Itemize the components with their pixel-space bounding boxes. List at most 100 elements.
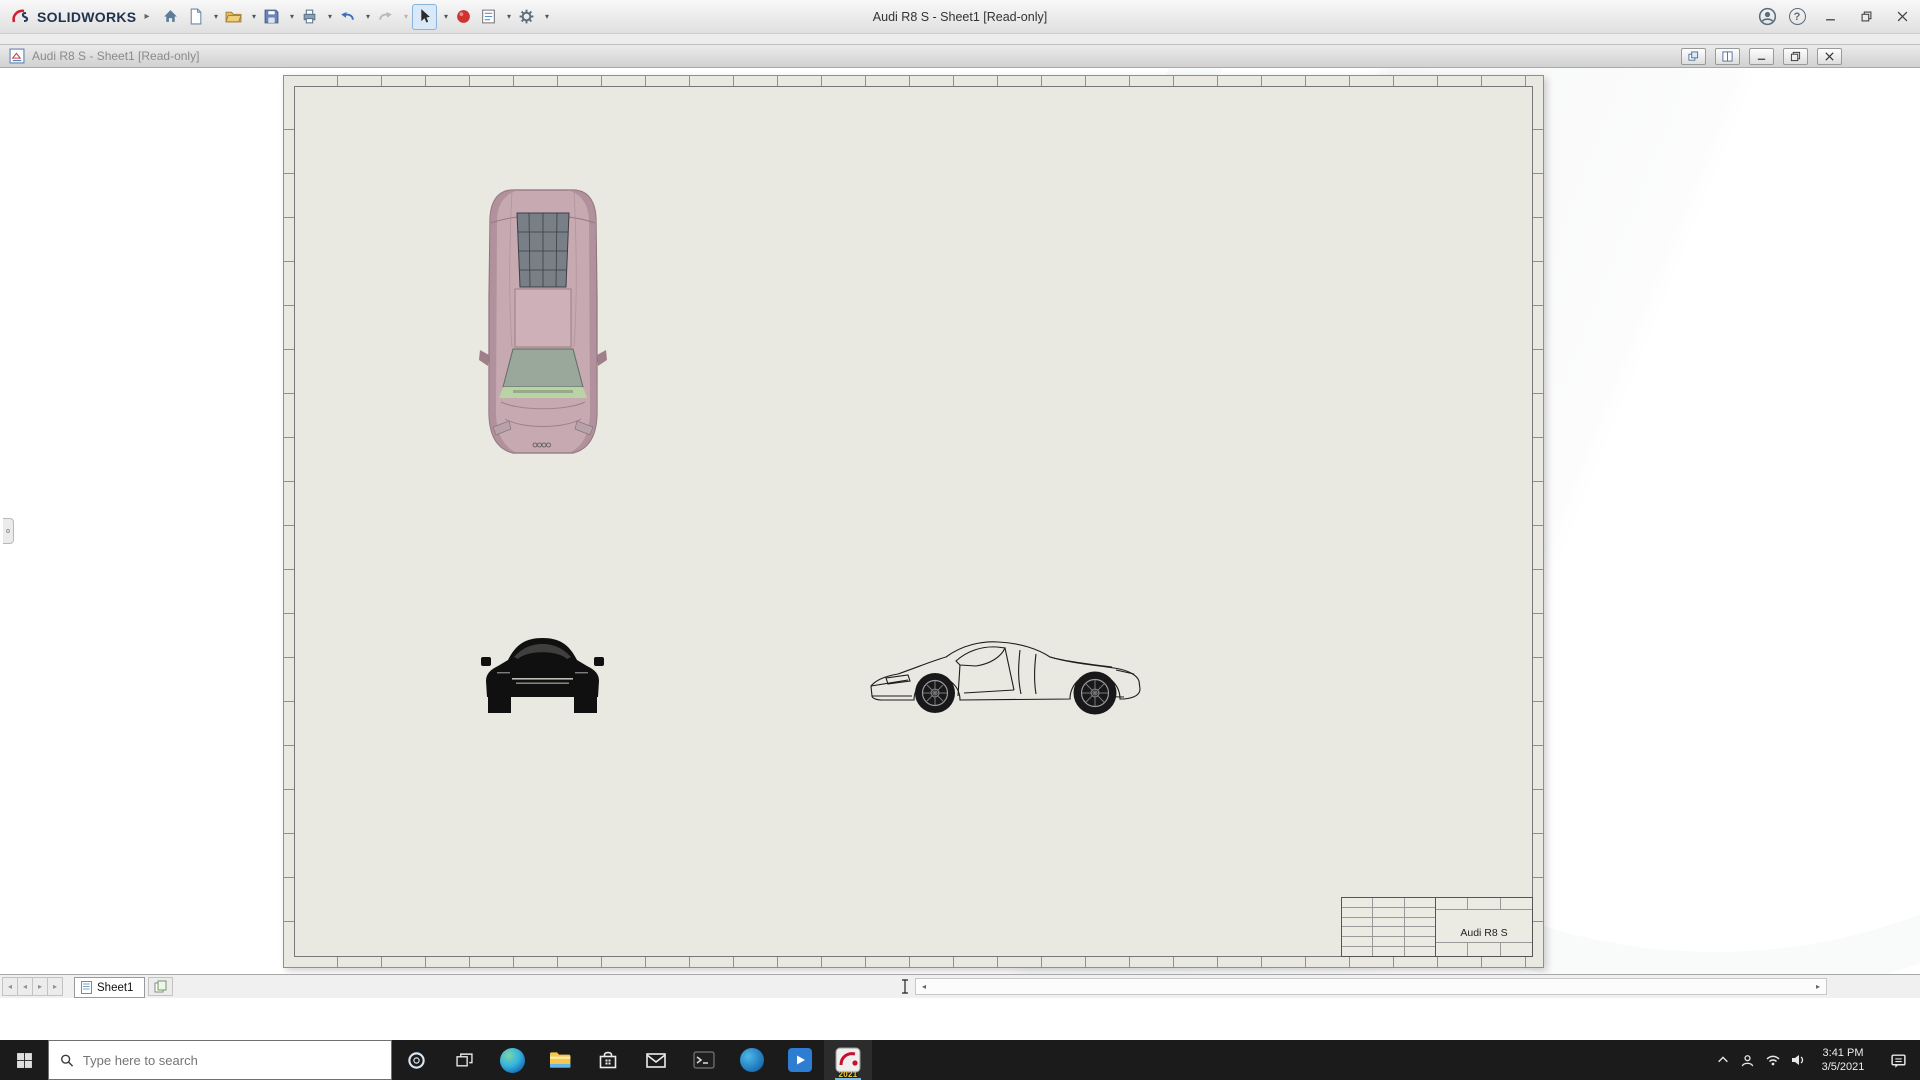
task-view-button[interactable] xyxy=(440,1040,488,1080)
title-block-part-name: Audi R8 S xyxy=(1460,927,1508,939)
add-sheet-icon xyxy=(154,980,167,993)
car-front-view-drawing xyxy=(481,638,604,713)
doc-close-button[interactable] xyxy=(1817,48,1842,65)
console-button[interactable] xyxy=(680,1040,728,1080)
tab-sheet1[interactable]: Sheet1 xyxy=(74,977,146,998)
menu-flyout-icon[interactable]: ▸ xyxy=(144,11,149,22)
gear-icon xyxy=(520,9,534,24)
cortana-icon xyxy=(407,1051,425,1069)
restore-button[interactable] xyxy=(1848,0,1884,34)
browser-icon xyxy=(740,1048,764,1072)
minimize-button[interactable] xyxy=(1812,0,1848,34)
system-tray: 3:41 PM 3/5/2021 xyxy=(1710,1040,1920,1080)
console-icon xyxy=(693,1051,715,1069)
caret-down-icon[interactable]: ▾ xyxy=(325,12,334,21)
undo-button[interactable] xyxy=(336,4,359,30)
file-properties-icon xyxy=(482,9,496,24)
browser-button[interactable] xyxy=(728,1040,776,1080)
account-icon xyxy=(1758,7,1776,26)
solidworks-taskbar-button[interactable]: 2021 xyxy=(824,1040,872,1080)
scroll-left-icon[interactable]: ◂ xyxy=(916,982,932,991)
menu-strip xyxy=(0,34,1920,44)
help-button[interactable]: ? xyxy=(1782,2,1812,32)
graphics-area[interactable]: Audi R8 S xyxy=(0,68,1920,974)
drawing-view-top[interactable] xyxy=(479,187,607,457)
taskbar-search[interactable] xyxy=(48,1040,392,1080)
ruler-top xyxy=(294,76,1533,86)
drawing-view-side[interactable] xyxy=(868,634,1147,715)
document-title: Audi R8 S - Sheet1 [Read-only] xyxy=(32,49,200,63)
horizontal-scrollbar[interactable]: ◂ ▸ xyxy=(915,978,1827,995)
next-sheet-button[interactable]: ▸ xyxy=(32,977,48,996)
doc-tile-button[interactable] xyxy=(1715,48,1740,65)
tray-user-button[interactable] xyxy=(1735,1053,1760,1068)
restore-icon xyxy=(1790,51,1801,62)
first-sheet-button[interactable]: ◂ xyxy=(2,977,18,996)
redo-button[interactable] xyxy=(374,4,397,30)
help-icon: ? xyxy=(1788,8,1806,25)
app-titlebar: SOLIDWORKS ▸ ▾ ▾ ▾ ▾ ▾ ▾ ▾ ▾ ▾ Audi R8 S… xyxy=(0,0,1920,34)
caret-down-icon[interactable]: ▾ xyxy=(542,12,551,21)
sheet-navigation: ◂ ◂ ▸ ▸ xyxy=(2,977,63,996)
tile-windows-icon xyxy=(1722,51,1733,62)
drawing-document-icon xyxy=(9,48,25,64)
caret-down-icon[interactable]: ▾ xyxy=(504,12,513,21)
caret-down-icon[interactable]: ▾ xyxy=(249,12,258,21)
title-block: Audi R8 S xyxy=(1341,897,1533,957)
undo-icon xyxy=(341,12,355,20)
select-tool-button[interactable] xyxy=(412,3,438,30)
task-view-icon xyxy=(455,1052,473,1067)
file-properties-button[interactable] xyxy=(477,4,500,30)
clock-date: 3/5/2021 xyxy=(1821,1061,1865,1073)
doc-minimize-button[interactable] xyxy=(1749,48,1774,65)
mail-icon xyxy=(646,1053,666,1068)
caret-down-icon[interactable]: ▾ xyxy=(211,12,220,21)
caret-down-icon[interactable]: ▾ xyxy=(441,12,450,21)
caret-down-icon: ▾ xyxy=(403,12,408,21)
scroll-right-icon[interactable]: ▸ xyxy=(1810,982,1826,991)
add-sheet-button[interactable] xyxy=(148,977,174,996)
open-folder-icon xyxy=(225,11,243,23)
marketplace-button[interactable] xyxy=(452,4,475,30)
edge-button[interactable] xyxy=(488,1040,536,1080)
action-center-button[interactable] xyxy=(1876,1052,1920,1069)
caret-down-icon[interactable]: ▾ xyxy=(363,12,372,21)
doc-cascade-button[interactable] xyxy=(1681,48,1706,65)
volume-button[interactable] xyxy=(1785,1052,1810,1068)
last-sheet-button[interactable]: ▸ xyxy=(47,977,63,996)
taskbar-clock[interactable]: 3:41 PM 3/5/2021 xyxy=(1810,1046,1876,1075)
tray-expand-button[interactable] xyxy=(1710,1053,1735,1067)
close-icon xyxy=(1825,52,1834,61)
cortana-button[interactable] xyxy=(392,1040,440,1080)
new-document-icon xyxy=(191,8,202,25)
ruler-right xyxy=(1533,86,1543,957)
home-button[interactable] xyxy=(159,4,182,30)
store-button[interactable] xyxy=(584,1040,632,1080)
open-button[interactable] xyxy=(222,4,245,30)
new-document-button[interactable] xyxy=(184,4,207,30)
media-player-button[interactable] xyxy=(776,1040,824,1080)
sheet-icon xyxy=(81,981,92,994)
chevron-up-icon xyxy=(1717,1056,1728,1063)
mail-button[interactable] xyxy=(632,1040,680,1080)
print-icon xyxy=(304,9,316,24)
drawing-sheet[interactable]: Audi R8 S xyxy=(283,75,1544,968)
account-button[interactable] xyxy=(1752,2,1782,32)
caret-down-icon[interactable]: ▾ xyxy=(287,12,296,21)
action-center-icon xyxy=(1890,1053,1906,1068)
print-button[interactable] xyxy=(298,4,321,30)
file-explorer-button[interactable] xyxy=(536,1040,584,1080)
start-button[interactable] xyxy=(0,1040,48,1080)
network-button[interactable] xyxy=(1760,1052,1785,1068)
document-titlebar: Audi R8 S - Sheet1 [Read-only] xyxy=(0,44,1920,68)
doc-restore-button[interactable] xyxy=(1783,48,1808,65)
close-button[interactable] xyxy=(1884,0,1920,34)
options-button[interactable] xyxy=(515,4,538,30)
search-input[interactable] xyxy=(82,1052,380,1068)
collapsed-panel-handle[interactable] xyxy=(3,518,14,544)
previous-sheet-button[interactable]: ◂ xyxy=(17,977,33,996)
save-button[interactable] xyxy=(260,4,283,30)
drawing-view-front[interactable] xyxy=(481,635,604,715)
red-sphere-icon xyxy=(457,10,471,23)
save-icon xyxy=(265,9,279,24)
